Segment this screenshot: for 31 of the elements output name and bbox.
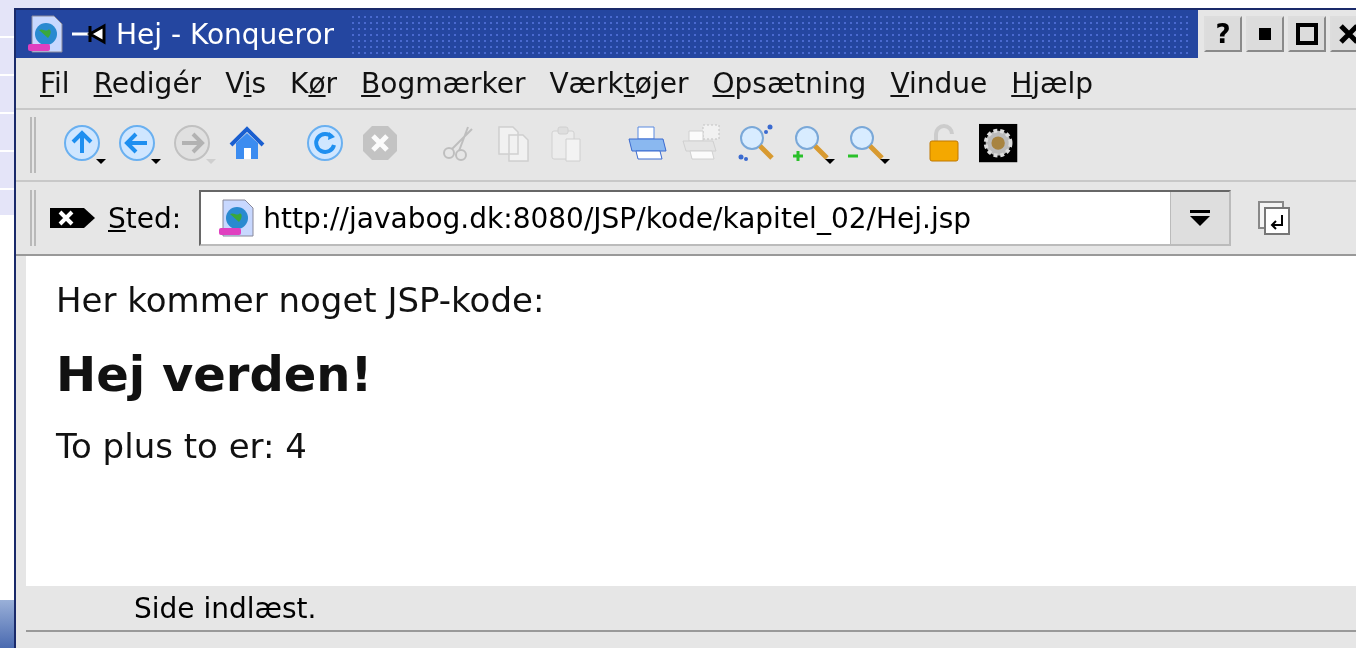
menu-item[interactable]: Kør bbox=[278, 66, 350, 100]
maximize-button[interactable] bbox=[1288, 16, 1326, 52]
url-field[interactable]: http://javabog.dk:8080/JSP/kode/kapitel_02/Hej.jsp bbox=[199, 190, 1232, 246]
toolbar-handle[interactable] bbox=[28, 188, 38, 248]
menu-item[interactable]: Bogmærker bbox=[349, 66, 538, 100]
location-label: Sted: bbox=[108, 201, 182, 235]
up-arrow-icon[interactable] bbox=[62, 123, 108, 167]
menu-item[interactable]: Vis bbox=[213, 66, 279, 100]
help-button[interactable]: ? bbox=[1204, 16, 1242, 52]
menu-item[interactable]: Vindue bbox=[878, 66, 1000, 100]
zoom-out-icon[interactable] bbox=[846, 123, 892, 167]
minimize-button[interactable] bbox=[1246, 16, 1284, 52]
page-heading: Hej verden! bbox=[56, 346, 374, 402]
intro-text: Her kommer noget JSP-kode: bbox=[56, 280, 546, 320]
menu-item[interactable]: Værktøjer bbox=[537, 66, 701, 100]
status-text: Side indlæst. bbox=[134, 591, 317, 625]
zoom-in-icon[interactable] bbox=[791, 123, 837, 167]
menu-item[interactable]: Fil bbox=[28, 66, 82, 100]
dropdown-button[interactable] bbox=[1170, 192, 1230, 244]
result-text: To plus to er: 4 bbox=[56, 426, 308, 466]
toolbar-handle[interactable] bbox=[28, 115, 38, 175]
menu-item[interactable]: Redigér bbox=[81, 66, 214, 100]
menu-item[interactable]: Hjælp bbox=[999, 66, 1106, 100]
menu-item[interactable]: Opsætning bbox=[700, 66, 879, 100]
window-title: Hej - Konqueror bbox=[116, 17, 336, 51]
globe-document-icon bbox=[26, 14, 66, 54]
back-arrow-icon[interactable] bbox=[117, 123, 163, 167]
maximize-icon bbox=[1296, 23, 1318, 45]
close-icon bbox=[1338, 23, 1356, 45]
dropdown-icon bbox=[1189, 209, 1212, 227]
minimize-icon bbox=[1259, 28, 1271, 40]
